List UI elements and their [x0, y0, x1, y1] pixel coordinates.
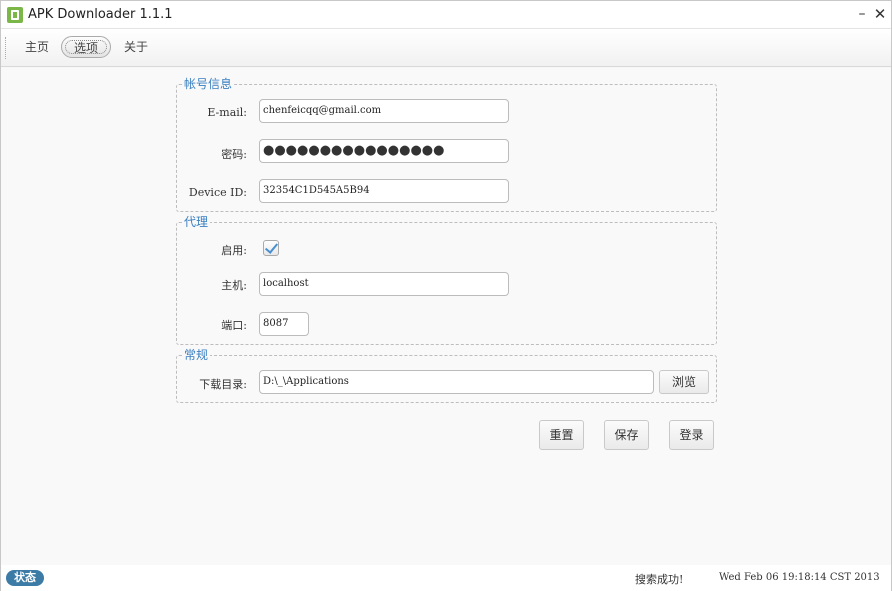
toolbar: 主页 选项 关于 [1, 29, 891, 67]
general-legend: 常规 [182, 348, 211, 362]
host-label: 主机: [221, 279, 247, 292]
status-badge: 状态 [6, 570, 44, 586]
android-app-icon [7, 7, 23, 23]
host-field[interactable]: localhost [259, 272, 509, 296]
title-bar: APK Downloader 1.1.1 – ✕ [1, 1, 891, 29]
window-title: APK Downloader 1.1.1 [28, 7, 173, 22]
minimize-button[interactable]: – [853, 5, 871, 23]
login-button[interactable]: 登录 [669, 420, 714, 450]
download-dir-label: 下载目录: [199, 378, 247, 391]
tab-home[interactable]: 主页 [21, 36, 53, 58]
email-field[interactable]: chenfeicqq@gmail.com [259, 99, 509, 123]
tab-about[interactable]: 关于 [119, 36, 153, 58]
account-legend: 帐号信息 [182, 77, 235, 91]
close-button[interactable]: ✕ [871, 5, 889, 23]
account-group: 帐号信息 E-mail: chenfeicqq@gmail.com 密码: ●●… [176, 77, 717, 212]
device-id-label: Device ID: [188, 186, 247, 199]
tab-options-label: 选项 [73, 41, 98, 55]
tab-options[interactable]: 选项 [61, 36, 111, 58]
reset-button[interactable]: 重置 [539, 420, 584, 450]
proxy-legend: 代理 [182, 215, 211, 229]
password-label: 密码: [221, 148, 247, 161]
options-panel: 帐号信息 E-mail: chenfeicqq@gmail.com 密码: ●●… [1, 68, 891, 565]
proxy-enable-checkbox[interactable] [263, 240, 279, 256]
status-message: 搜索成功! [635, 573, 684, 586]
device-id-field[interactable]: 32354C1D545A5B94 [259, 179, 509, 203]
port-label: 端口: [221, 319, 247, 332]
email-label: E-mail: [207, 106, 247, 119]
port-field[interactable]: 8087 [259, 312, 309, 336]
status-bar: 状态 搜索成功! Wed Feb 06 19:18:14 CST 2013 [1, 565, 891, 591]
save-button[interactable]: 保存 [604, 420, 649, 450]
app-window: APK Downloader 1.1.1 – ✕ 主页 选项 关于 帐号信息 E… [0, 0, 892, 591]
toolbar-grip[interactable] [5, 37, 7, 59]
proxy-enable-label: 启用: [221, 244, 247, 257]
general-group: 常规 下载目录: D:\_\Applications 浏览 [176, 348, 717, 403]
browse-button[interactable]: 浏览 [659, 370, 709, 394]
password-field[interactable]: ●●●●●●●●●●●●●●●● [259, 139, 509, 163]
proxy-group: 代理 启用: 主机: localhost 端口: 8087 [176, 215, 717, 345]
download-dir-field[interactable]: D:\_\Applications [259, 370, 654, 394]
status-timestamp: Wed Feb 06 19:18:14 CST 2013 [719, 572, 880, 583]
